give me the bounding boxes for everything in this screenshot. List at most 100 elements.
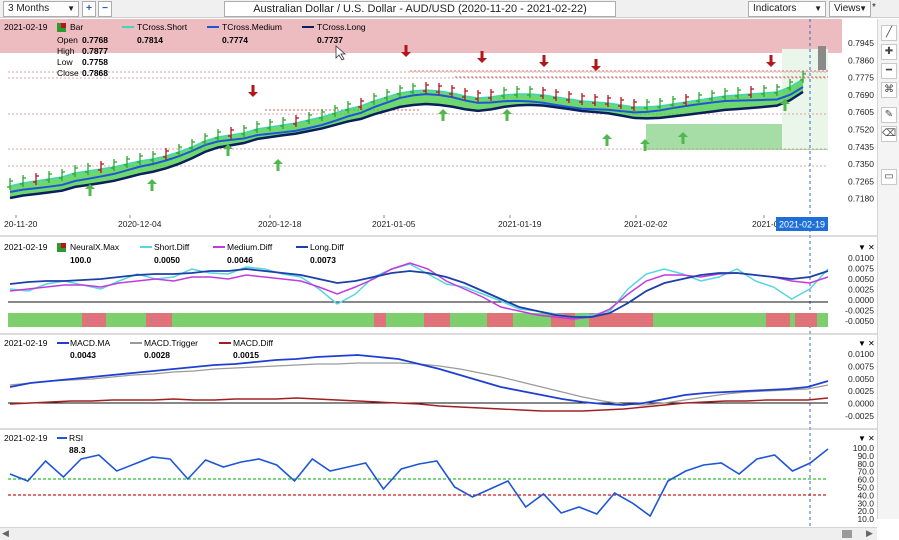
zoom-in-button[interactable]: + [82,1,96,17]
horizontal-scrollbar[interactable]: ◀ ▶ [0,527,877,540]
neural-y-tick: 0.0100 [848,253,874,263]
chart-title: Australian Dollar / U.S. Dollar - AUD/US… [224,1,616,17]
neural-y-tick: 0.0075 [848,264,874,274]
tcross-short-name: TCross.Short [137,22,188,32]
chart-canvas[interactable]: 0.7945 0.7860 0.7775 0.7690 0.7605 0.7520 0.74… [0,19,877,527]
cursor-date: 2021-02-19 [779,220,825,230]
scroll-right-icon[interactable]: ▶ [866,528,873,539]
time-tick: 2021-01-05 [372,219,416,229]
price-y-tick: 0.7435 [848,142,874,152]
zoom-out-button[interactable]: − [98,1,112,17]
rsi-collapse-button[interactable]: ▼ [858,434,866,443]
medium-diff-name: Medium.Diff [227,242,273,252]
chevron-down-icon: ▼ [814,4,822,13]
close-label: Close [57,68,79,78]
range-select-label: 3 Months [8,3,50,14]
price-y-tick: 0.7520 [848,125,874,135]
neural-axis: 0.01000.00750.00500.00250.0000-0.0025-0.… [845,253,874,326]
time-tick: 20-11-20 [4,219,38,229]
neural-strip-block [795,313,817,327]
price-scroll-handle[interactable] [818,46,826,70]
time-tick: 2020-12-18 [258,219,302,229]
high-label: High [57,46,75,56]
macd-ma-value: 0.0043 [70,350,96,360]
high-value: 0.7877 [82,46,108,56]
close-value: 0.7868 [82,68,108,78]
price-y-tick: 0.7265 [848,176,874,186]
price-pane: 0.7945 0.7860 0.7775 0.7690 0.7605 0.7520 0.74… [0,19,877,527]
indicators-label: Indicators [753,3,797,14]
macd-diff-value: 0.0015 [233,350,259,360]
macd-y-tick: 0.0050 [848,374,874,384]
tcross-medium-name: TCross.Medium [222,22,282,32]
short-diff-value: 0.0050 [154,255,180,265]
neural-y-tick: -0.0025 [845,306,874,316]
hline-icon[interactable]: ━ [881,63,897,79]
neuralx-signal-strip [8,313,828,327]
macd-trigger-value: 0.0028 [144,350,170,360]
price-y-tick: 0.7350 [848,159,874,169]
scroll-thumb[interactable] [842,530,852,538]
short-diff-name: Short.Diff [154,242,190,252]
open-label: Open [57,35,78,45]
indicators-dropdown[interactable]: Indicators ▼ [748,1,826,17]
neural-strip-block [766,313,790,327]
neural-swatch-red [61,243,66,248]
price-y-tick: 0.7690 [848,90,874,100]
neural-y-tick: -0.0050 [845,316,874,326]
tcross-medium-value: 0.7774 [222,35,248,45]
time-tick: 2020-12-04 [118,219,162,229]
rsi-value: 88.3 [69,445,86,455]
open-value: 0.7768 [82,35,108,45]
neural-max-value: 100.0 [70,255,92,265]
time-tick: 2021-02-02 [624,219,668,229]
resistance-zone [0,19,842,53]
rsi-axis: 100.090.080.070.060.050.040.030.020.010.… [853,443,875,524]
time-tick: 2021-01-19 [498,219,542,229]
range-select[interactable]: 3 Months ▼ [3,1,79,17]
macd-collapse-button[interactable]: ▼ [858,339,866,348]
macd-axis: 0.0100 0.0075 0.0050 0.0025 0.0000 -0.0025 [845,349,874,421]
chevron-down-icon: ▼ [67,4,75,13]
neural-close-button[interactable]: ✕ [868,243,875,252]
neural-collapse-button[interactable]: ▼ [858,243,866,252]
neural-y-tick: 0.0000 [848,295,874,305]
neural-strip-block [424,313,450,327]
macd-pane: 2021-02-19 MACD.MA 0.0043 MACD.Trigger 0… [0,338,877,430]
pen-icon[interactable]: ✎ [881,107,897,123]
bar-label: Bar [70,22,83,32]
tcross-long-value: 0.7737 [317,35,343,45]
price-y-tick: 0.7605 [848,107,874,117]
neural-max-name: NeuralX.Max [70,242,120,252]
bar-swatch-red [61,23,66,28]
macd-diff-line [9,397,829,412]
magnet-icon[interactable]: ⌘ [881,82,897,98]
chevron-down-icon: ▼ [859,4,867,13]
neural-y-tick: 0.0050 [848,274,874,284]
scroll-left-icon[interactable]: ◀ [2,528,9,539]
neuralx-lines [9,262,829,320]
rsi-close-button[interactable]: ✕ [868,434,875,443]
price-date: 2021-02-19 [4,22,48,32]
crosshair-icon[interactable]: ✚ [881,44,897,60]
macd-close-button[interactable]: ✕ [868,339,875,348]
drawing-tools: ╱ ✚ ━ ⌘ ✎ ⌫ ▭ [877,19,899,519]
macd-trigger-line [9,362,829,406]
neural-strip-block [82,313,106,327]
rsi-line [9,448,829,518]
views-dropdown[interactable]: Views ▼ [829,1,871,17]
comment-icon[interactable]: ▭ [881,169,897,185]
macd-y-tick: 0.0025 [848,386,874,396]
erase-icon[interactable]: ⌫ [881,126,897,142]
neural-strip-block [374,313,386,327]
toolbar: 3 Months ▼ + − Australian Dollar / U.S. … [0,0,899,18]
long-diff-name: Long.Diff [310,242,345,252]
favorite-star[interactable]: * [872,2,876,13]
rsi-date: 2021-02-19 [4,433,48,443]
neural-strip-bg [8,313,828,327]
price-y-tick: 0.7860 [848,55,874,65]
chart-application: 3 Months ▼ + − Australian Dollar / U.S. … [0,0,899,540]
macd-trigger-name: MACD.Trigger [144,338,198,348]
line-tool-icon[interactable]: ╱ [881,25,897,41]
neuralx-pane: 2021-02-19 NeuralX.Max 100.0 Short.Diff … [0,242,877,335]
